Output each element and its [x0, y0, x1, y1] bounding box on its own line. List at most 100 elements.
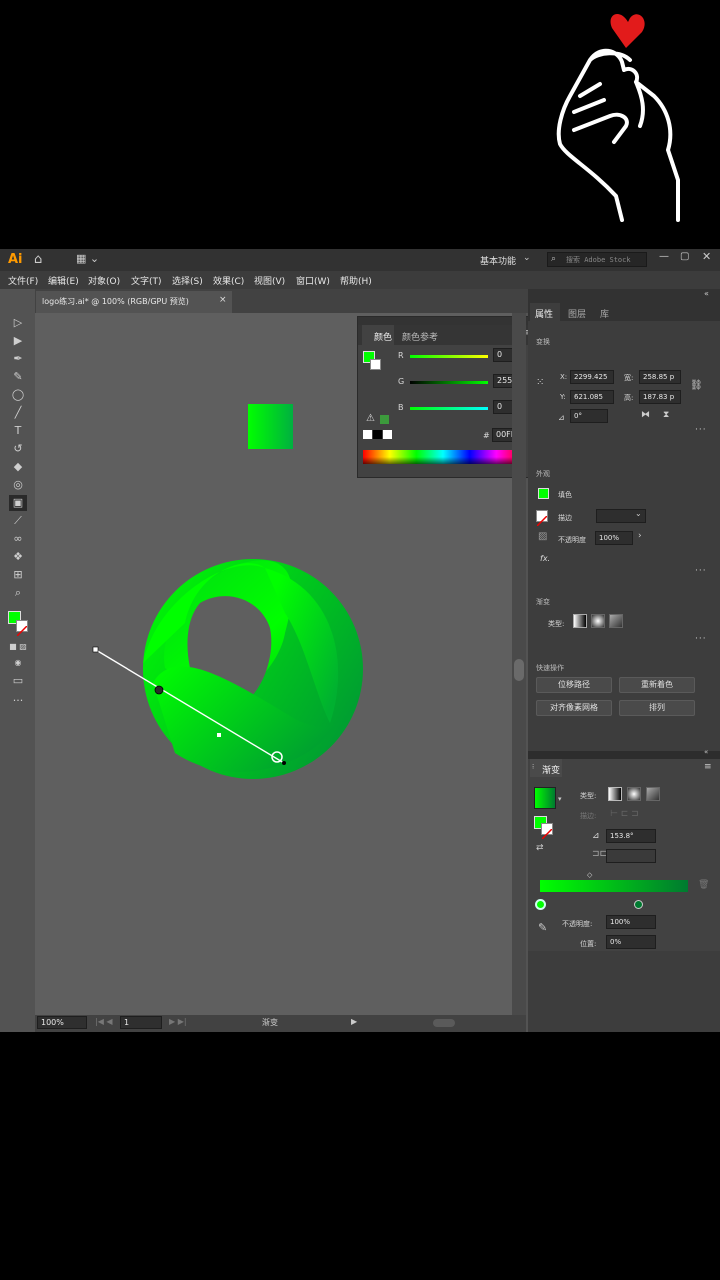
fx-button[interactable]: fx. — [540, 554, 550, 563]
g-slider[interactable] — [410, 381, 488, 384]
y-input[interactable]: 621.085 — [570, 390, 614, 404]
direct-selection-tool-icon[interactable]: ▶ — [9, 333, 27, 349]
gradient-panel-tab[interactable]: ⁝ 渐变 — [530, 759, 562, 777]
gradient-presets-dropdown-icon[interactable]: ▾ — [558, 795, 562, 803]
menu-help[interactable]: 帮助(H) — [340, 274, 372, 287]
gradient-aspect-input[interactable] — [606, 849, 656, 863]
blend-tool-icon[interactable]: ∞ — [9, 531, 27, 547]
constrain-proportions-icon[interactable]: ⛓ — [690, 380, 703, 391]
curvature-tool-icon[interactable]: ✎ — [9, 369, 27, 385]
gradient-slider[interactable] — [540, 880, 688, 892]
appearance-fill-swatch[interactable] — [538, 488, 549, 499]
reference-point-icon[interactable]: ⁙ — [536, 377, 544, 388]
page-nav-next-icon[interactable]: ▶ ▶| — [169, 1017, 187, 1026]
height-input[interactable]: 187.83 p — [639, 390, 681, 404]
draw-mode-icon[interactable]: ◉ — [9, 655, 27, 671]
brush-tool-icon[interactable]: ╱ — [9, 405, 27, 421]
opacity-input[interactable]: 100% — [595, 531, 633, 545]
menu-window[interactable]: 窗口(W) — [296, 274, 330, 287]
appearance-more-icon[interactable]: ··· — [695, 566, 707, 576]
close-tab-button[interactable]: × — [219, 295, 227, 305]
tab-layers[interactable]: 图层 — [568, 307, 586, 320]
gradient-linear-type-button[interactable] — [608, 787, 622, 801]
gradient-panel-menu-icon[interactable]: ≡ — [704, 762, 712, 772]
page-number-select[interactable]: 1 — [120, 1016, 162, 1029]
pen-tool-icon[interactable]: ✒ — [9, 351, 27, 367]
artboard-canvas[interactable]: » × 颜色 颜色参考 ≡ R 0 G 255 B — [35, 313, 537, 1015]
selection-tool-icon[interactable]: ▷ — [9, 315, 27, 331]
screen-mode-icon[interactable]: ▭ — [9, 673, 27, 689]
artboard-tool-icon[interactable]: ⊞ — [9, 567, 27, 583]
arrange-documents-icon[interactable]: ▦ ⌄ — [76, 252, 99, 265]
stock-search-input[interactable]: ⌕ 搜索 Adobe Stock — [547, 252, 647, 267]
workspace-switcher[interactable]: 基本功能 — [480, 254, 516, 267]
none-swatch[interactable] — [363, 430, 372, 439]
gradient-more-icon[interactable]: ··· — [695, 634, 707, 644]
rotate-angle-select[interactable]: 0° — [570, 409, 608, 423]
gradient-angle-select[interactable]: 153.8° — [606, 829, 656, 843]
menu-edit[interactable]: 编辑(E) — [48, 274, 79, 287]
eyedropper-tool-icon[interactable]: ⟋ — [9, 513, 27, 529]
gradient-location-select[interactable]: 0% — [606, 935, 656, 949]
color-panel-drag-bar[interactable]: » × — [358, 314, 536, 325]
menu-file[interactable]: 文件(F) — [8, 274, 38, 287]
r-slider[interactable] — [410, 355, 488, 358]
vertical-scrollbar[interactable] — [512, 313, 526, 1015]
menu-select[interactable]: 选择(S) — [172, 274, 203, 287]
document-tab[interactable]: logo练习.ai* @ 100% (RGB/GPU 预览) × — [36, 291, 232, 313]
swap-gradient-icon[interactable]: ⇄ — [536, 843, 544, 853]
ring-logo-artwork[interactable] — [75, 493, 375, 783]
maximize-button[interactable]: ▢ — [680, 251, 689, 262]
close-window-button[interactable]: ✕ — [702, 250, 711, 263]
eraser-tool-icon[interactable]: ◆ — [9, 459, 27, 475]
gradient-tool-icon[interactable]: ▣ — [9, 495, 27, 511]
collapse-dock-icon[interactable]: « — [704, 289, 709, 298]
out-of-gamut-warning-icon[interactable]: ⚠ — [366, 413, 375, 424]
type-tool-icon[interactable]: T — [9, 423, 27, 439]
status-menu-arrow-icon[interactable]: ▶ — [351, 1017, 357, 1026]
offset-path-button[interactable]: 位移路径 — [536, 677, 612, 693]
chevron-down-icon[interactable]: ⌄ — [523, 253, 531, 263]
horizontal-scroll-thumb[interactable] — [433, 1019, 455, 1027]
midpoint-diamond-icon[interactable]: ◇ — [587, 871, 592, 879]
collapse-gradient-icon[interactable]: « — [704, 748, 708, 756]
more-options-icon[interactable]: ··· — [695, 425, 707, 435]
stroke-swatch[interactable] — [16, 620, 28, 637]
black-swatch[interactable] — [373, 430, 382, 439]
recolor-button[interactable]: 重新着色 — [619, 677, 695, 693]
gradient-square[interactable] — [248, 404, 293, 449]
menu-effect[interactable]: 效果(C) — [213, 274, 244, 287]
arrange-button[interactable]: 排列 — [619, 700, 695, 716]
zoom-tool-icon[interactable]: ⌕ — [9, 585, 27, 601]
align-pixel-grid-button[interactable]: 对齐像素网格 — [536, 700, 612, 716]
x-input[interactable]: 2299.425 — [570, 370, 614, 384]
tab-libraries[interactable]: 库 — [600, 307, 609, 320]
gradient-stop-start[interactable] — [535, 899, 546, 910]
scroll-thumb[interactable] — [514, 659, 524, 681]
color-spectrum[interactable] — [363, 450, 523, 464]
radial-gradient-button[interactable] — [591, 614, 605, 628]
ellipse-tool-icon[interactable]: ◯ — [9, 387, 27, 403]
more-tools-icon[interactable]: ··· — [9, 693, 27, 709]
delete-stop-icon[interactable]: 🗑 — [698, 880, 709, 890]
gradient-freeform-type-button[interactable] — [646, 787, 660, 801]
linear-gradient-button[interactable] — [573, 614, 587, 628]
gamut-swatch[interactable] — [380, 415, 389, 424]
shape-builder-tool-icon[interactable]: ◎ — [9, 477, 27, 493]
white-swatch[interactable] — [383, 430, 392, 439]
tab-color-guide[interactable]: 颜色参考 — [402, 330, 438, 343]
tab-properties[interactable]: 属性 — [530, 303, 560, 321]
menu-type[interactable]: 文字(T) — [131, 274, 162, 287]
opacity-more-icon[interactable]: › — [638, 531, 642, 541]
gradient-stroke-swatch[interactable] — [541, 823, 553, 840]
width-input[interactable]: 258.85 p — [639, 370, 681, 384]
symbol-sprayer-tool-icon[interactable]: ❖ — [9, 549, 27, 565]
gradient-opacity-select[interactable]: 100% — [606, 915, 656, 929]
page-nav-first-icon[interactable]: |◀ ◀ — [95, 1017, 113, 1026]
rotate-tool-icon[interactable]: ↺ — [9, 441, 27, 457]
stroke-weight-dropdown-icon[interactable]: ⌄ — [635, 509, 642, 518]
tab-color[interactable]: 颜色 — [362, 325, 394, 345]
eyedropper-icon[interactable]: ✎ — [538, 921, 547, 934]
home-icon[interactable]: ⌂ — [34, 252, 42, 267]
zoom-select[interactable]: 100% — [37, 1016, 87, 1029]
